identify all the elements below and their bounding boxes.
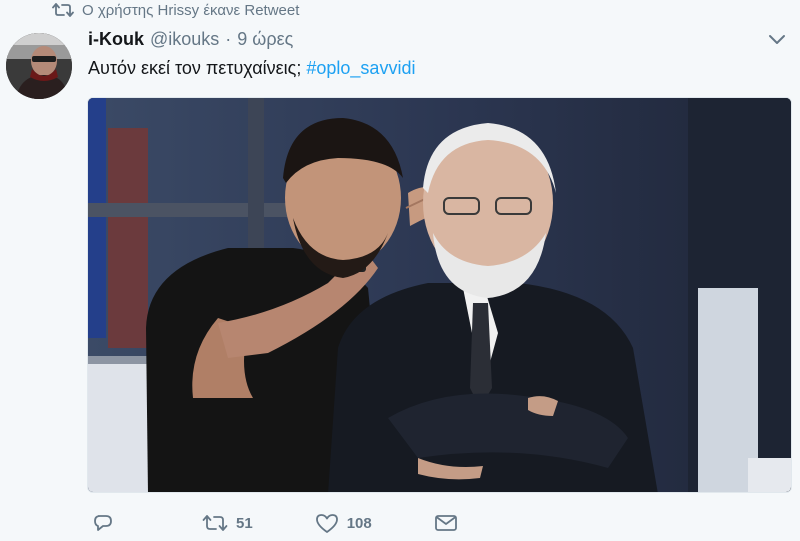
direct-message-button[interactable] bbox=[434, 513, 458, 533]
tweet-timestamp[interactable]: 9 ώρες bbox=[237, 29, 293, 50]
retweet-context: Ο χρήστης Hrissy έκανε Retweet bbox=[52, 0, 299, 20]
hashtag-link[interactable]: #oplo_savvidi bbox=[306, 58, 415, 78]
retweet-count: 51 bbox=[236, 514, 253, 532]
tweet-text-body: Αυτόν εκεί τον πετυχαίνεις; bbox=[88, 58, 302, 78]
author-handle[interactable]: @ikouks bbox=[150, 29, 219, 50]
heart-icon bbox=[315, 512, 339, 534]
retweet-context-text: Ο χρήστης Hrissy έκανε Retweet bbox=[82, 1, 300, 19]
reply-button[interactable] bbox=[92, 512, 114, 534]
chevron-down-icon[interactable] bbox=[768, 32, 786, 46]
reply-icon bbox=[92, 512, 114, 534]
tweet[interactable]: Ο χρήστης Hrissy έκανε Retweet i-Kouk @i… bbox=[0, 0, 800, 541]
retweet-icon bbox=[52, 2, 74, 18]
separator: · bbox=[225, 29, 232, 49]
avatar[interactable] bbox=[6, 33, 72, 99]
tweet-text: Αυτόν εκεί τον πετυχαίνεις; #oplo_savvid… bbox=[88, 58, 415, 79]
tweet-header: i-Kouk @ikouks · 9 ώρες bbox=[88, 29, 293, 50]
like-button[interactable]: 108 bbox=[315, 512, 372, 534]
envelope-icon bbox=[434, 513, 458, 533]
tweet-photo[interactable] bbox=[87, 97, 792, 493]
tweet-actions: 51 108 bbox=[92, 510, 458, 536]
retweet-button[interactable]: 51 bbox=[202, 513, 253, 533]
retweet-icon bbox=[202, 513, 228, 533]
like-count: 108 bbox=[346, 514, 372, 532]
author-name[interactable]: i-Kouk bbox=[88, 29, 144, 50]
